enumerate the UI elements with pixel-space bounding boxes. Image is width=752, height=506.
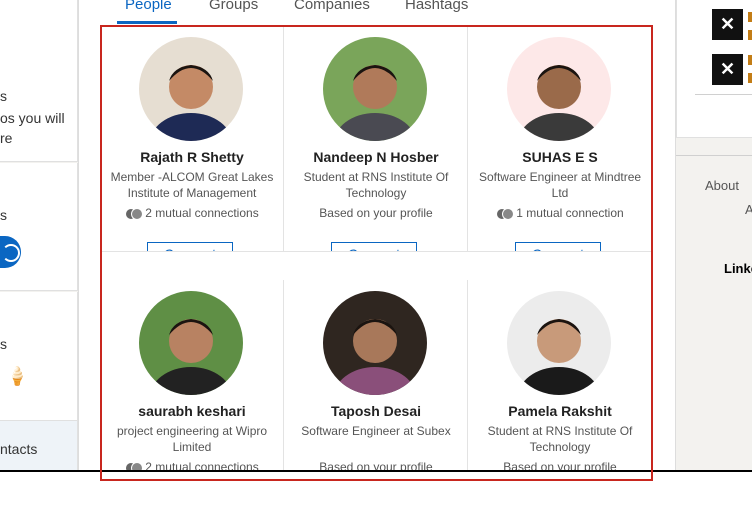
left-text-4: s: [0, 207, 7, 223]
left-text-2: os you will: [0, 110, 65, 126]
follow-marker: [748, 30, 752, 40]
company-logo-icon[interactable]: ✕: [712, 54, 743, 85]
follow-marker: [748, 73, 752, 83]
left-text-contacts: ntacts: [0, 441, 38, 457]
tab-groups[interactable]: Groups: [209, 0, 258, 13]
tab-companies[interactable]: Companies: [294, 0, 370, 13]
highlight-frame: [100, 25, 653, 481]
footer-brand: Linke: [724, 261, 752, 276]
ice-cream-icon: 🍦: [6, 366, 29, 386]
right-divider: [695, 94, 752, 95]
company-logo-icon[interactable]: ✕: [712, 9, 743, 40]
screenshot-stage: s os you will re s s 🍦 ntacts ✕ ✕ About …: [0, 0, 752, 506]
modal-tabs: People Groups Companies Hashtags: [79, 0, 677, 24]
left-text-1: s: [0, 88, 7, 104]
left-card-top: s os you will re: [0, 0, 78, 162]
left-text-3: re: [0, 130, 13, 146]
right-ad-card: ✕ ✕: [676, 0, 752, 138]
left-card-middle: s: [0, 163, 78, 291]
left-text-5: s: [0, 336, 7, 352]
follow-marker: [748, 12, 752, 22]
left-card-lower: s: [0, 292, 78, 420]
follow-marker: [748, 55, 752, 65]
tab-people[interactable]: People: [125, 0, 172, 13]
left-contacts-row[interactable]: ntacts: [0, 420, 78, 470]
active-tab-indicator: [117, 21, 177, 24]
right-divider: [676, 155, 752, 156]
footer-link[interactable]: A: [745, 202, 752, 217]
tab-hashtags[interactable]: Hashtags: [405, 0, 468, 13]
footer-about-link[interactable]: About: [705, 178, 739, 193]
